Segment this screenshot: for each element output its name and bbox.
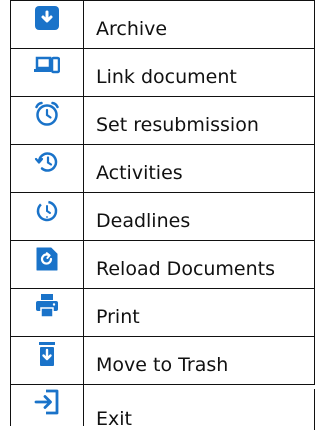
- menu-item-icon-cell: [10, 385, 84, 426]
- menu-item-icon-cell: [10, 289, 84, 336]
- reload-documents-icon: [36, 247, 58, 271]
- exit-icon: [34, 389, 59, 415]
- menu-item-icon-cell: [10, 49, 84, 96]
- menu-item-reload-documents[interactable]: Reload Documents: [10, 240, 315, 288]
- menu-item-label: Reload Documents: [84, 241, 315, 288]
- alarm-clock-icon: [35, 101, 59, 126]
- menu-item-link-document[interactable]: Link document: [10, 48, 315, 96]
- menu-item-archive[interactable]: Archive: [10, 0, 315, 48]
- menu-item-label: Print: [84, 289, 315, 336]
- menu-item-icon-cell: [10, 145, 84, 192]
- menu-item-icon-cell: [10, 241, 84, 288]
- menu-item-activities[interactable]: Activities: [10, 144, 315, 192]
- menu-item-print[interactable]: Print: [10, 288, 315, 336]
- menu-item-label: Deadlines: [84, 193, 315, 240]
- menu-item-icon-cell: [10, 337, 84, 384]
- menu-item-label: Set resubmission: [84, 97, 315, 144]
- menu-item-label: Activities: [84, 145, 315, 192]
- menu-item-label: Link document: [84, 49, 315, 96]
- menu-item-set-resubmission[interactable]: Set resubmission: [10, 96, 315, 144]
- menu-item-move-to-trash[interactable]: Move to Trash: [10, 336, 315, 384]
- menu-item-deadlines[interactable]: Deadlines: [10, 192, 315, 240]
- context-menu: Archive Link document Set resubmission A…: [10, 0, 315, 430]
- link-document-icon: [34, 56, 60, 74]
- menu-item-label: Exit: [84, 389, 315, 430]
- menu-item-label: Move to Trash: [84, 337, 315, 384]
- timer-icon: [36, 200, 58, 222]
- trash-icon: [39, 342, 55, 366]
- menu-item-icon-cell: [10, 1, 84, 48]
- archive-icon: [35, 6, 59, 30]
- menu-item-exit[interactable]: Exit: [10, 384, 315, 430]
- print-icon: [36, 294, 58, 318]
- menu-item-icon-cell: [10, 97, 84, 144]
- menu-item-label: Archive: [84, 1, 315, 48]
- menu-item-icon-cell: [10, 193, 84, 240]
- history-icon: [34, 152, 58, 172]
